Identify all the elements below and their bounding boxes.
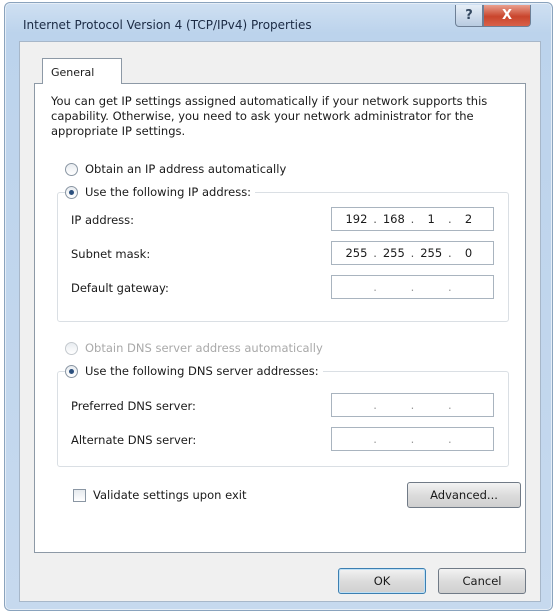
- title-bar[interactable]: Internet Protocol Version 4 (TCP/IPv4) P…: [5, 3, 552, 41]
- preferred-dns-label: Preferred DNS server:: [71, 399, 196, 413]
- mask-octet-2: 255: [382, 246, 405, 260]
- ip-auto-radio[interactable]: [65, 162, 78, 176]
- ip-manual-label: Use the following IP address:: [85, 185, 252, 199]
- dns-server-group: [57, 371, 509, 467]
- preferred-dns-input[interactable]: . . .: [331, 393, 494, 417]
- validate-checkbox[interactable]: [73, 488, 86, 502]
- default-gateway-input[interactable]: . . .: [331, 275, 494, 299]
- ip-octet-4: 2: [464, 212, 473, 226]
- ok-button[interactable]: OK: [338, 568, 426, 594]
- ip-octet-3: 1: [427, 212, 435, 226]
- dns-manual-option[interactable]: Use the following DNS server addresses:: [65, 364, 323, 378]
- help-button[interactable]: ?: [455, 5, 483, 27]
- intro-text: You can get IP settings assigned automat…: [51, 94, 488, 138]
- subnet-mask-label: Subnet mask:: [71, 247, 151, 261]
- default-gateway-label: Default gateway:: [71, 281, 169, 295]
- ip-auto-label: Obtain an IP address automatically: [85, 162, 287, 176]
- subnet-mask-input[interactable]: 255. 255. 255. 0: [331, 241, 494, 265]
- dns-manual-radio[interactable]: [65, 364, 78, 378]
- ip-octet-2: 168: [382, 212, 405, 226]
- dns-manual-label: Use the following DNS server addresses:: [85, 364, 319, 378]
- ip-address-label: IP address:: [71, 213, 135, 227]
- window-title: Internet Protocol Version 4 (TCP/IPv4) P…: [23, 18, 312, 32]
- dns-auto-option[interactable]: Obtain DNS server address automatically: [65, 341, 323, 355]
- dialog-client-area: General You can get IP settings assigned…: [19, 41, 541, 602]
- general-tab-page: You can get IP settings assigned automat…: [34, 83, 526, 553]
- ip-address-input[interactable]: 192. 168. 1. 2: [331, 207, 494, 231]
- ip-octet-1: 192: [345, 212, 368, 226]
- mask-octet-3: 255: [420, 246, 443, 260]
- alternate-dns-input[interactable]: . . .: [331, 427, 494, 451]
- close-button[interactable]: X: [483, 5, 531, 27]
- ip-manual-radio[interactable]: [65, 185, 78, 199]
- validate-label: Validate settings upon exit: [93, 488, 247, 502]
- mask-octet-4: 0: [464, 246, 473, 260]
- dialog-window: Internet Protocol Version 4 (TCP/IPv4) P…: [4, 2, 553, 611]
- cancel-button[interactable]: Cancel: [438, 568, 526, 594]
- alternate-dns-label: Alternate DNS server:: [71, 433, 197, 447]
- validate-option[interactable]: Validate settings upon exit: [73, 488, 246, 502]
- ip-auto-option[interactable]: Obtain an IP address automatically: [65, 162, 286, 176]
- mask-octet-1: 255: [345, 246, 368, 260]
- ip-manual-option[interactable]: Use the following IP address:: [65, 185, 256, 199]
- dns-auto-label: Obtain DNS server address automatically: [85, 341, 323, 355]
- dns-auto-radio[interactable]: [65, 341, 78, 355]
- tab-general[interactable]: General: [42, 58, 122, 84]
- advanced-button[interactable]: Advanced...: [407, 482, 521, 508]
